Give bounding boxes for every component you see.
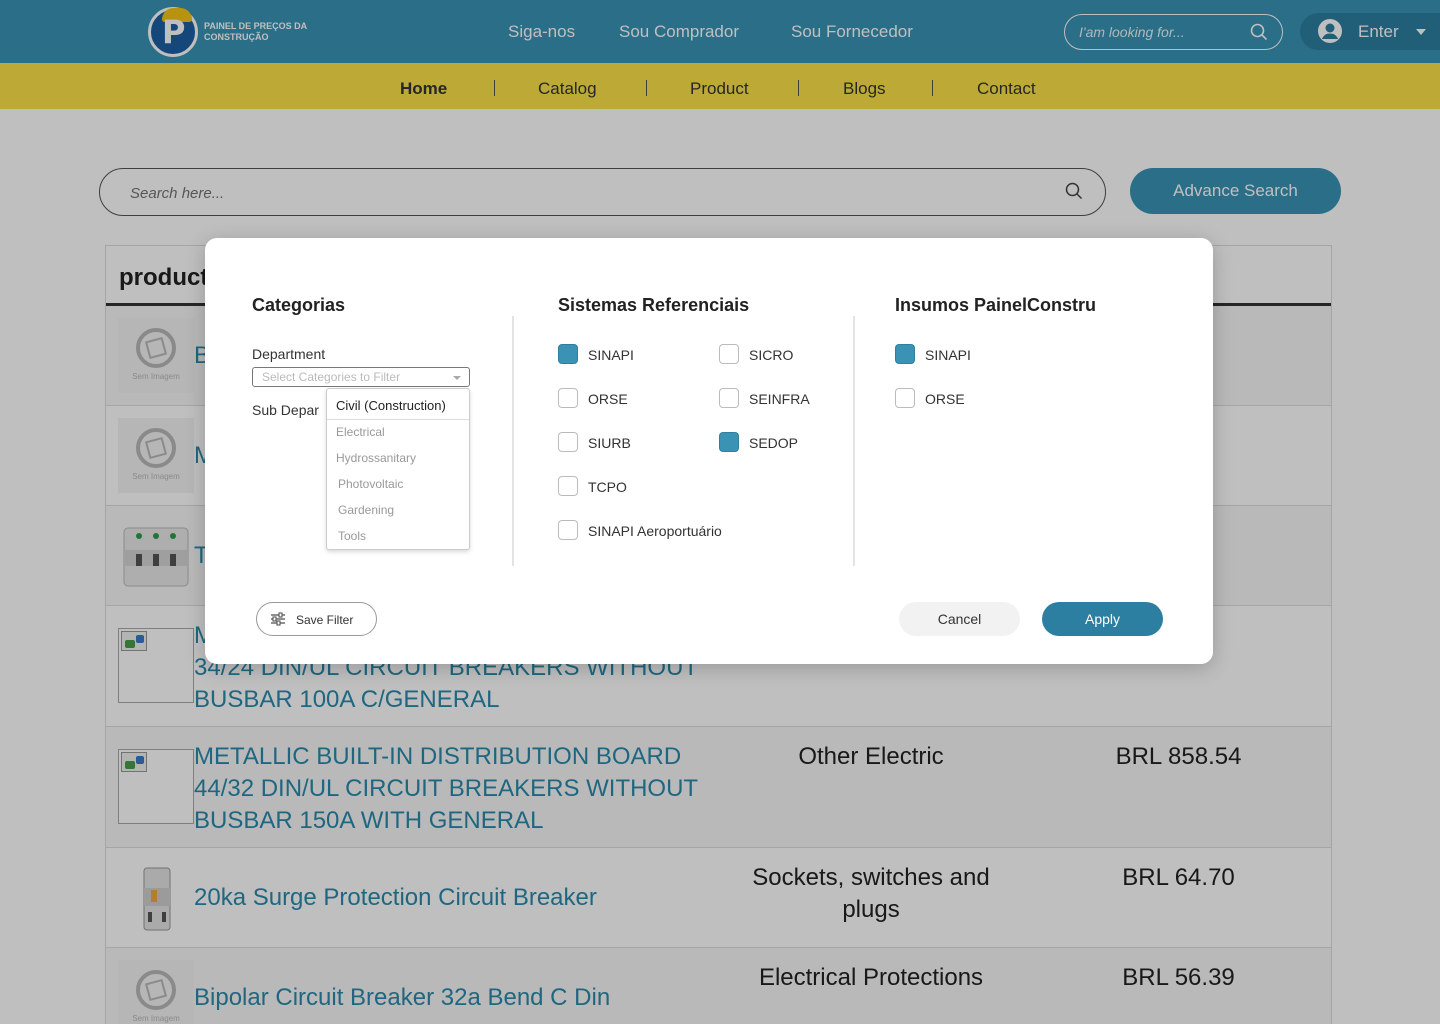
checkbox-label: SEINFRA <box>749 391 810 407</box>
checkbox-label: SICRO <box>749 347 794 363</box>
checkbox-label: TCPO <box>588 479 627 495</box>
checkbox-insumos-sinapi[interactable] <box>895 344 915 364</box>
categorias-title: Categorias <box>252 295 346 315</box>
sub-department-label: Sub Depar <box>252 402 319 418</box>
insumos-title: Insumos PainelConstru <box>895 295 1097 315</box>
checkbox-label: SINAPI Aeroportuário <box>588 523 722 539</box>
department-select-placeholder: Select Categories to Filter <box>262 370 401 384</box>
column-divider <box>853 316 855 566</box>
dropdown-option[interactable]: Tools <box>338 529 366 543</box>
cancel-button[interactable]: Cancel <box>899 602 1020 636</box>
checkbox-siurb[interactable] <box>558 432 578 452</box>
save-filter-label: Save Filter <box>296 613 354 627</box>
department-label: Department <box>252 346 326 362</box>
chevron-down-icon <box>453 376 461 380</box>
checkbox-label: ORSE <box>588 391 628 407</box>
dropdown-option[interactable]: Electrical <box>336 425 385 439</box>
department-dropdown-list: Civil (Construction) Electrical Hydrossa… <box>326 388 470 550</box>
checkbox-tcpo[interactable] <box>558 476 578 496</box>
checkbox-seinfra[interactable] <box>719 388 739 408</box>
checkbox-label: SINAPI <box>925 347 971 363</box>
department-select[interactable]: Select Categories to Filter <box>252 367 470 387</box>
checkbox-label: SINAPI <box>588 347 634 363</box>
checkbox-sinapi[interactable] <box>558 344 578 364</box>
checkbox-label: SIURB <box>588 435 631 451</box>
column-divider <box>512 316 514 566</box>
filter-modal: Categorias Department Select Categories … <box>205 238 1213 664</box>
checkbox-sinapi-aeroportuario[interactable] <box>558 520 578 540</box>
sliders-icon <box>270 612 286 631</box>
checkbox-sedop[interactable] <box>719 432 739 452</box>
checkbox-label: SEDOP <box>749 435 799 451</box>
checkbox-orse[interactable] <box>558 388 578 408</box>
checkbox-insumos-orse[interactable] <box>895 388 915 408</box>
checkbox-label: ORSE <box>925 391 965 407</box>
dropdown-option[interactable]: Hydrossanitary <box>336 451 416 465</box>
checkbox-sicro[interactable] <box>719 344 739 364</box>
dropdown-option[interactable]: Gardening <box>338 503 394 517</box>
apply-button[interactable]: Apply <box>1042 602 1163 636</box>
dropdown-option[interactable]: Photovoltaic <box>338 477 403 491</box>
sistemas-title: Sistemas Referenciais <box>558 295 750 315</box>
dropdown-option[interactable]: Civil (Construction) <box>336 398 446 413</box>
save-filter-button[interactable]: Save Filter <box>256 602 377 636</box>
